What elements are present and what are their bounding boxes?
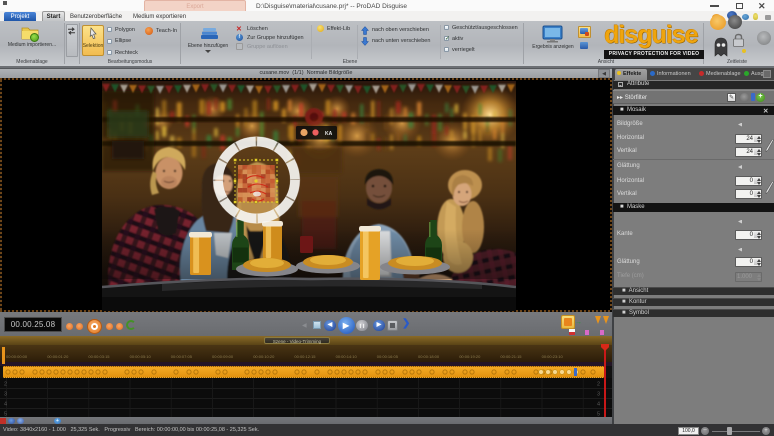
svg-text:3: 3 bbox=[597, 391, 600, 397]
svg-text:2: 2 bbox=[597, 381, 600, 387]
svg-text:2: 2 bbox=[4, 381, 7, 387]
svg-text:4: 4 bbox=[4, 401, 7, 407]
svg-text:3: 3 bbox=[4, 391, 7, 397]
svg-text:KA: KA bbox=[325, 131, 333, 137]
svg-text:4: 4 bbox=[597, 401, 600, 407]
